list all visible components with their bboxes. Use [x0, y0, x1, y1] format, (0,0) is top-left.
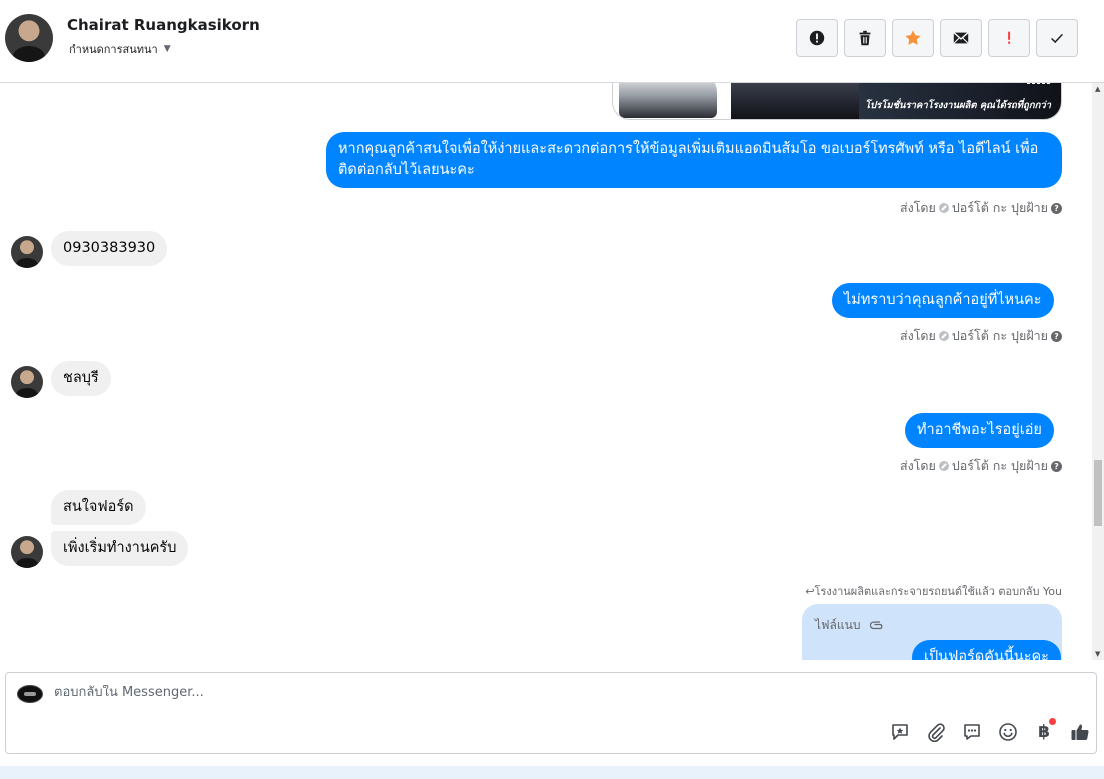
help-icon[interactable]: ?	[1051, 202, 1062, 214]
page-avatar	[17, 685, 43, 703]
paperclip-icon	[870, 620, 883, 629]
trash-icon	[859, 30, 871, 46]
contact-avatar[interactable]	[11, 366, 43, 398]
schedule-label: กำหนดการสนทนา	[69, 43, 158, 56]
message-thread[interactable]: โปรโมชั่นราคาโรงงานผลิต คุณได้รถที่ถูกกว…	[0, 83, 1092, 660]
sent-by-agent: ปอร์โต้ กะ ปุยฝ้าย	[951, 328, 1048, 343]
sent-by-prefix: ส่งโดย	[899, 328, 936, 343]
outgoing-message[interactable]: ไม่ทราบว่าคุณลูกค้าอยู่ที่ไหนคะ	[832, 283, 1054, 318]
sent-by-agent: ปอร์โต้ กะ ปุยฝ้าย	[951, 458, 1048, 473]
sent-by-label: ส่งโดย ปอร์โต้ กะ ปุยฝ้าย ?	[900, 456, 1062, 476]
saved-reply-button[interactable]	[888, 720, 912, 744]
envelope-icon	[953, 32, 969, 44]
like-button[interactable]	[1068, 720, 1092, 744]
action-toolbar	[796, 19, 1078, 57]
schedule-dropdown[interactable]: กำหนดการสนทนา ▼	[69, 40, 171, 58]
mark-unread-button[interactable]	[940, 19, 982, 57]
contact-name[interactable]: Chairat Ruangkasikorn	[67, 16, 260, 34]
car-photo	[731, 83, 861, 119]
image-caption: โปรโมชั่นราคาโรงงานผลิต คุณได้รถที่ถูกกว…	[864, 100, 1051, 111]
incoming-message[interactable]: สนใจฟอร์ด	[51, 490, 146, 525]
notification-dot	[1049, 718, 1056, 725]
saved-reply-icon	[892, 724, 908, 740]
attachment-icon	[928, 723, 945, 742]
reply-context: ↩โรงงานผลิตและกระจายรถยนต์ใช้แล้ว ตอบกลั…	[805, 582, 1062, 600]
quoted-attachment-label: ไฟล์แนบ	[815, 618, 861, 632]
incoming-message[interactable]: ชลบุรี	[51, 361, 111, 396]
reply-context-text: โรงงานผลิตและกระจายรถยนต์ใช้แล้ว ตอบกลับ…	[814, 585, 1062, 598]
scrollbar-thumb[interactable]	[1094, 460, 1102, 526]
qr-code-icon	[1027, 83, 1051, 84]
reply-input[interactable]	[54, 685, 854, 700]
quick-reply-button[interactable]	[960, 720, 984, 744]
baht-payment-icon: ฿	[1038, 722, 1050, 742]
chat-bubble-icon	[964, 724, 980, 740]
report-button[interactable]	[796, 19, 838, 57]
emoji-button[interactable]	[996, 720, 1020, 744]
exclamation-circle-icon	[809, 30, 825, 46]
thumbs-up-icon	[1071, 724, 1089, 741]
outgoing-message[interactable]: ทำอาชีพอะไรอยู่เอ่ย	[905, 413, 1054, 448]
outgoing-message[interactable]: หากคุณลูกค้าสนใจเพื่อให้ง่ายและสะดวกต่อก…	[326, 132, 1062, 188]
spam-button[interactable]	[988, 19, 1030, 57]
contact-avatar[interactable]	[11, 236, 43, 268]
verified-icon	[938, 203, 949, 213]
footer-strip	[0, 766, 1104, 779]
outgoing-message[interactable]: เป็นฟอร์ดคันนี้นะคะ	[912, 640, 1061, 660]
sent-by-label: ส่งโดย ปอร์โต้ กะ ปุยฝ้าย ?	[900, 326, 1062, 346]
car-photo	[619, 83, 717, 118]
payment-button[interactable]: ฿	[1032, 718, 1056, 744]
sent-by-prefix: ส่งโดย	[899, 200, 936, 215]
checkmark-icon	[1051, 33, 1063, 44]
composer-tools: ฿	[888, 718, 1092, 744]
help-icon[interactable]: ?	[1051, 330, 1062, 342]
delete-button[interactable]	[844, 19, 886, 57]
thread-scrollbar[interactable]: ▲ ▼	[1092, 83, 1104, 660]
message-composer: ฿	[5, 672, 1097, 754]
reply-arrow-icon: ↩	[805, 585, 815, 598]
help-icon[interactable]: ?	[1051, 460, 1062, 472]
caret-down-icon: ▼	[163, 44, 171, 54]
conversation-header: Chairat Ruangkasikorn กำหนดการสนทนา ▼	[0, 0, 1104, 83]
emoji-icon	[999, 723, 1017, 741]
star-icon	[905, 30, 921, 45]
conversation-view: Chairat Ruangkasikorn กำหนดการสนทนา ▼ โป…	[0, 0, 1104, 779]
star-button[interactable]	[892, 19, 934, 57]
verified-icon	[938, 461, 949, 471]
exclamation-icon	[1008, 31, 1011, 44]
quoted-attachment: ไฟล์แนบ	[815, 616, 884, 635]
scroll-down-icon[interactable]: ▼	[1095, 650, 1100, 658]
scroll-up-icon[interactable]: ▲	[1095, 85, 1100, 93]
sent-by-agent: ปอร์โต้ กะ ปุยฝ้าย	[951, 200, 1048, 215]
attach-button[interactable]	[924, 720, 948, 744]
contact-avatar[interactable]	[5, 14, 53, 62]
done-button[interactable]	[1036, 19, 1078, 57]
incoming-message[interactable]: 0930383930	[51, 231, 168, 266]
incoming-message[interactable]: เพิ่งเริ่มทำงานครับ	[51, 531, 189, 566]
sent-by-label: ส่งโดย ปอร์โต้ กะ ปุยฝ้าย ?	[900, 198, 1062, 218]
contact-avatar[interactable]	[11, 536, 43, 568]
sent-by-prefix: ส่งโดย	[899, 458, 936, 473]
image-attachment[interactable]: โปรโมชั่นราคาโรงงานผลิต คุณได้รถที่ถูกกว…	[612, 83, 1062, 120]
verified-icon	[938, 331, 949, 341]
